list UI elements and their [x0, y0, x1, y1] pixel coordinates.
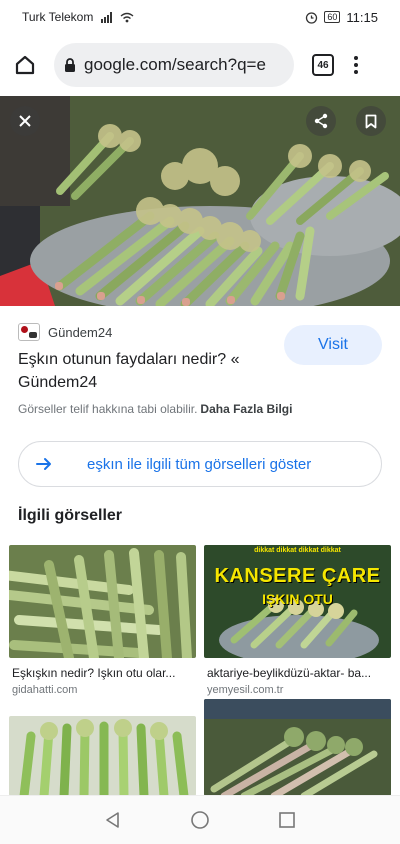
overflow-menu-icon[interactable] — [354, 56, 358, 74]
battery-indicator: 60 — [324, 11, 341, 23]
related-thumbnail — [9, 545, 196, 658]
thumbnail-overlay-title: KANSERE ÇARE — [214, 565, 381, 587]
browser-toolbar: google.com/search?q=e 46 — [0, 34, 400, 96]
signal-icon — [101, 11, 113, 23]
arrow-right-icon — [36, 458, 51, 470]
thumbnail-overlay-subtitle: IŞKIN OTU — [262, 591, 333, 607]
source-site[interactable]: Gündem24 — [18, 323, 112, 341]
wifi-icon — [120, 12, 134, 22]
close-button[interactable] — [10, 106, 40, 136]
related-image-card[interactable]: dikkat dikkat dikkat dikkat KANSERE ÇARE… — [204, 545, 391, 696]
related-domain: gidahatti.com — [12, 684, 78, 696]
address-bar[interactable]: google.com/search?q=e — [54, 43, 294, 87]
show-all-label: eşkın ile ilgili tüm görselleri göster — [87, 455, 312, 473]
vegetable-photo — [0, 96, 400, 306]
preview-image[interactable] — [0, 96, 400, 306]
result-title[interactable]: Eşkın otunun faydaları nedir? « Gündem24 — [18, 348, 268, 394]
related-images-heading: İlgili görseller — [18, 507, 123, 524]
share-icon — [314, 113, 328, 129]
show-all-images-button[interactable]: eşkın ile ilgili tüm görselleri göster — [18, 441, 382, 487]
copyright-notice: Görseller telif hakkına tabi olabilir. Da… — [18, 402, 292, 416]
share-button[interactable] — [306, 106, 336, 136]
close-icon — [19, 115, 31, 127]
lock-icon — [65, 57, 75, 72]
related-thumbnail: dikkat dikkat dikkat dikkat KANSERE ÇARE… — [204, 545, 391, 658]
alarm-icon — [306, 11, 318, 24]
related-thumbnail — [204, 699, 391, 796]
bookmark-icon — [365, 114, 377, 128]
system-navigation-bar — [0, 795, 400, 844]
status-bar: Turk Telekom 60 11:15 — [0, 0, 400, 34]
url-text: google.com/search?q=e — [84, 55, 266, 74]
recents-icon[interactable] — [278, 811, 296, 829]
related-caption: aktariye-beylikdüzü-aktar- ba... — [207, 666, 372, 680]
visit-button[interactable]: Visit — [284, 325, 382, 365]
related-thumbnail — [9, 716, 196, 796]
home-button[interactable] — [8, 48, 42, 82]
carrier-name: Turk Telekom — [22, 10, 94, 24]
back-icon[interactable] — [104, 811, 122, 829]
clock: 11:15 — [346, 9, 378, 25]
related-domain: yemyesil.com.tr — [207, 684, 284, 696]
bookmark-button[interactable] — [356, 106, 386, 136]
related-caption: Eşkışkın nedir? Işkın otu olar... — [12, 666, 176, 680]
home-circle-icon[interactable] — [190, 810, 210, 830]
site-favicon-icon — [18, 323, 40, 341]
related-image-card[interactable] — [9, 716, 196, 796]
copyright-text: Görseller telif hakkına tabi olabilir. — [18, 402, 198, 416]
related-image-card[interactable] — [204, 699, 391, 796]
home-icon — [15, 55, 35, 75]
tab-switcher-button[interactable]: 46 — [312, 54, 334, 76]
more-info-link[interactable]: Daha Fazla Bilgi — [200, 402, 292, 416]
related-image-card[interactable]: Eşkışkın nedir? Işkın otu olar... gidaha… — [9, 545, 196, 696]
thumbnail-overlay-top-text: dikkat dikkat dikkat dikkat — [254, 547, 341, 554]
source-name: Gündem24 — [48, 324, 113, 340]
